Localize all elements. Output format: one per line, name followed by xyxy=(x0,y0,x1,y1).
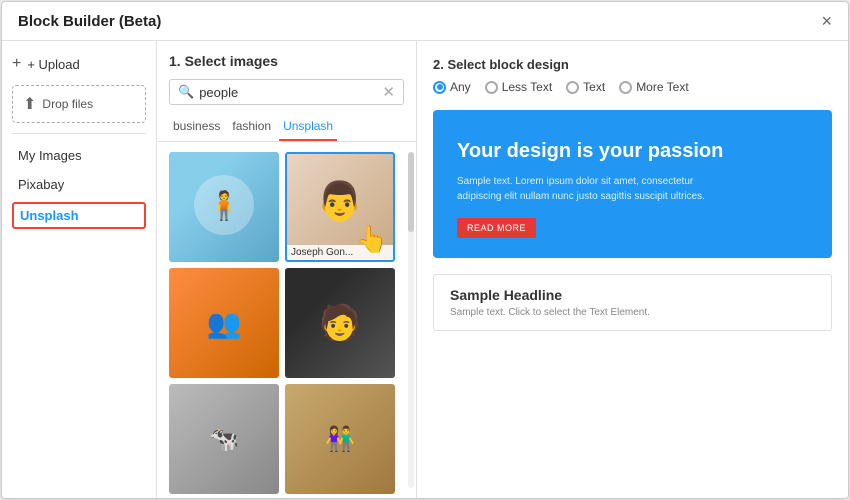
modal-body: + + Upload ⬆ Drop files My Images Pixaba… xyxy=(2,41,848,498)
image-item-1[interactable]: 🧍 xyxy=(169,152,279,262)
tab-unsplash[interactable]: Unsplash xyxy=(279,115,337,141)
center-panel: 1. Select images 🔍 ✕ business fashion Un… xyxy=(157,41,417,498)
radio-more-text-label: More Text xyxy=(636,80,688,94)
sidebar-item-pixabay[interactable]: Pixabay xyxy=(12,173,146,196)
block-design-title: 2. Select block design xyxy=(433,57,832,72)
right-panel: 2. Select block design Any Less Text Tex… xyxy=(417,41,848,498)
radio-any[interactable]: Any xyxy=(433,80,471,94)
image-item-4[interactable]: 🧑 xyxy=(285,268,395,378)
radio-text-label: Text xyxy=(583,80,605,94)
radio-text[interactable]: Text xyxy=(566,80,605,94)
sidebar-item-my-images[interactable]: My Images xyxy=(12,144,146,167)
sidebar-divider xyxy=(12,133,146,134)
upload-button[interactable]: + + Upload xyxy=(12,53,146,75)
radio-less-text[interactable]: Less Text xyxy=(485,80,552,94)
preview-headline: Your design is your passion xyxy=(457,138,808,164)
radio-text-circle xyxy=(566,81,579,94)
upload-label: + Upload xyxy=(27,57,79,72)
sample-headline-card[interactable]: Sample Headline Sample text. Click to se… xyxy=(433,274,832,331)
drop-files-button[interactable]: ⬆ Drop files xyxy=(12,85,146,123)
image-label-2: Joseph Gon... xyxy=(287,245,393,260)
close-button[interactable]: × xyxy=(821,12,832,30)
read-more-button[interactable]: READ MORE xyxy=(457,218,536,238)
sample-headline-sub: Sample text. Click to select the Text El… xyxy=(450,307,815,318)
sample-headline-title: Sample Headline xyxy=(450,287,815,303)
radio-more-text-circle xyxy=(619,81,632,94)
image-item-5[interactable]: 🐄 xyxy=(169,384,279,494)
center-header: 1. Select images 🔍 ✕ xyxy=(157,41,416,115)
preview-card[interactable]: Your design is your passion Sample text.… xyxy=(433,110,832,258)
radio-group: Any Less Text Text More Text xyxy=(433,80,832,94)
image-grid: 🧍 👨 Joseph Gon... 👆 👥 xyxy=(157,142,406,498)
radio-any-circle xyxy=(433,81,446,94)
block-builder-modal: Block Builder (Beta) × + + Upload ⬆ Drop… xyxy=(1,1,849,499)
block-design-section: 2. Select block design Any Less Text Tex… xyxy=(433,57,832,94)
center-title: 1. Select images xyxy=(169,53,404,69)
image-item-3[interactable]: 👥 xyxy=(169,268,279,378)
preview-body: Sample text. Lorem ipsum dolor sit amet,… xyxy=(457,174,717,204)
radio-more-text[interactable]: More Text xyxy=(619,80,688,94)
radio-any-label: Any xyxy=(450,80,471,94)
sidebar: + + Upload ⬆ Drop files My Images Pixaba… xyxy=(2,41,157,498)
sidebar-item-unsplash[interactable]: Unsplash xyxy=(12,202,146,229)
tab-business[interactable]: business xyxy=(169,115,224,141)
image-item-6[interactable]: 👫 xyxy=(285,384,395,494)
scrollbar-thumb[interactable] xyxy=(408,152,414,232)
scrollbar-track[interactable] xyxy=(408,152,414,488)
search-clear-button[interactable]: ✕ xyxy=(382,85,395,100)
plus-icon: + xyxy=(12,55,21,73)
image-item-2[interactable]: 👨 Joseph Gon... 👆 xyxy=(285,152,395,262)
drop-files-label: Drop files xyxy=(42,97,93,111)
radio-less-text-circle xyxy=(485,81,498,94)
search-icon: 🔍 xyxy=(178,84,194,100)
search-input[interactable] xyxy=(199,85,382,100)
tab-fashion[interactable]: fashion xyxy=(228,115,275,141)
modal-title: Block Builder (Beta) xyxy=(18,13,161,30)
modal-header: Block Builder (Beta) × xyxy=(2,2,848,41)
tab-bar: business fashion Unsplash xyxy=(157,115,416,142)
search-bar: 🔍 ✕ xyxy=(169,79,404,105)
radio-less-text-label: Less Text xyxy=(502,80,552,94)
upload-cloud-icon: ⬆ xyxy=(23,94,36,114)
